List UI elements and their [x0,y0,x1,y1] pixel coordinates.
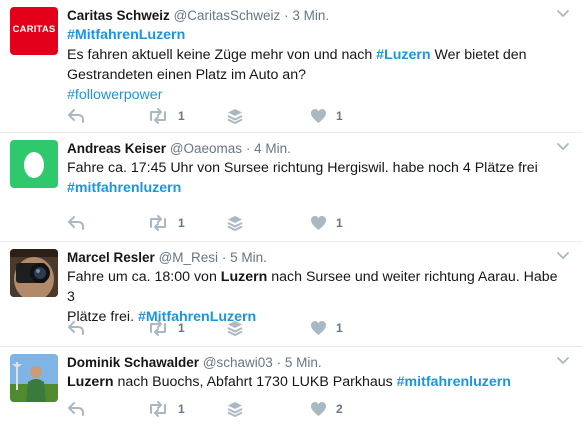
layers-icon [227,402,243,417]
heart-icon [311,321,326,335]
retweet-count: 1 [178,216,185,230]
layers-icon [227,216,243,231]
timestamp[interactable]: 5 Min. [230,250,267,265]
avatar[interactable] [10,249,58,297]
heart-icon [311,109,326,123]
reply-button[interactable] [67,318,85,338]
heart-icon [311,216,326,230]
separator: · [221,250,227,265]
text-segment: nach Buochs, Abfahrt 1730 LUKB Parkhaus [113,374,397,390]
display-name[interactable]: Marcel Resler [67,250,155,265]
like-count: 1 [336,216,343,230]
timestamp[interactable]: 3 Min. [292,8,329,23]
tweet[interactable]: Dominik Schawalder @schawi03 · 5 Min. Lu… [0,347,582,430]
reply-button[interactable] [67,399,85,419]
egg-avatar-icon [24,152,44,178]
bold-keyword: Luzern [220,269,268,285]
retweet-button[interactable] [147,106,169,126]
like-count: 2 [336,402,343,416]
chevron-down-icon[interactable] [556,356,570,366]
tweet-text: Luzern nach Buochs, Abfahrt 1730 LUKB Pa… [67,372,567,392]
layers-icon [227,321,243,336]
user-handle[interactable]: @schawi03 [203,355,273,370]
like-button[interactable] [310,213,327,233]
separator: · [284,8,289,23]
bold-keyword: Luzern [67,374,114,390]
reply-icon [68,109,84,123]
chevron-down-icon[interactable] [556,142,570,152]
tweet-feed: CARITAS Caritas Schweiz @CaritasSchweiz … [0,0,582,430]
tweet-header: Caritas Schweiz @CaritasSchweiz · 3 Min. [67,7,329,25]
hashtag-link[interactable]: #followerpower [67,87,162,103]
like-button[interactable] [310,399,327,419]
retweet-count: 1 [178,109,185,123]
tweet-text: Fahre ca. 17:45 Uhr von Sursee richtung … [67,158,567,198]
tweet-header: Marcel Resler @M_Resi · 5 Min. [67,249,267,267]
separator: · [245,141,251,156]
retweet-icon [150,108,166,124]
reply-icon [68,321,84,335]
hashtag-link[interactable]: #mitfahrenluzern [67,180,181,196]
chevron-down-icon[interactable] [556,9,570,19]
display-name[interactable]: Dominik Schawalder [67,355,199,370]
avatar[interactable] [10,140,58,188]
avatar[interactable]: CARITAS [10,7,58,55]
reply-icon [68,402,84,416]
like-count: 1 [336,109,343,123]
hashtag-link[interactable]: #Luzern [376,47,430,63]
heart-icon [311,402,326,416]
stack-button[interactable] [227,318,243,338]
reply-button[interactable] [67,213,85,233]
user-handle[interactable]: @Oaeomas [170,141,242,156]
chevron-down-icon[interactable] [556,251,570,261]
stack-button[interactable] [227,106,243,126]
like-button[interactable] [310,318,327,338]
timestamp[interactable]: 5 Min. [285,355,322,370]
user-handle[interactable]: @M_Resi [159,250,218,265]
stack-button[interactable] [227,213,243,233]
retweet-count: 1 [178,321,185,335]
outdoor-avatar-image [10,354,58,402]
layers-icon [227,109,243,124]
reply-icon [68,216,84,230]
like-count: 1 [336,321,343,335]
text-segment: Fahre ca. 17:45 Uhr von Sursee richtung … [67,160,538,176]
reply-button[interactable] [67,106,85,126]
avatar[interactable] [10,354,58,402]
display-name[interactable]: Caritas Schweiz [67,8,170,23]
display-name[interactable]: Andreas Keiser [67,141,166,156]
user-handle[interactable]: @CaritasSchweiz [174,8,281,23]
tweet-header: Dominik Schawalder @schawi03 · 5 Min. [67,354,322,372]
stack-button[interactable] [227,399,243,419]
retweet-icon [150,401,166,417]
retweet-button[interactable] [147,399,169,419]
like-button[interactable] [310,106,327,126]
text-segment: Wer bietet den [430,47,527,63]
hashtag-link[interactable]: #mitfahrenluzern [397,374,511,390]
photographer-avatar-image [10,249,58,297]
tweet[interactable]: Marcel Resler @M_Resi · 5 Min. Fahre um … [0,242,582,347]
text-segment: Fahre um ca. 18:00 von [67,269,221,285]
hashtag-link[interactable]: #MitfahrenLuzern [67,27,185,43]
tweet-text: #MitfahrenLuzern Es fahren aktuell keine… [67,25,567,105]
text-segment: Es fahren aktuell keine Züge mehr von un… [67,47,377,63]
text-segment: Gestrandeten einen Platz im Auto an? [67,67,306,83]
retweet-icon [150,320,166,336]
timestamp[interactable]: 4 Min. [254,141,291,156]
separator: · [276,355,282,370]
caritas-logo-text: CARITAS [12,24,56,35]
tweet-header: Andreas Keiser @Oaeomas · 4 Min. [67,140,291,158]
retweet-button[interactable] [147,318,169,338]
retweet-button[interactable] [147,213,169,233]
tweet[interactable]: CARITAS Caritas Schweiz @CaritasSchweiz … [0,0,582,133]
retweet-count: 1 [178,402,185,416]
tweet[interactable]: Andreas Keiser @Oaeomas · 4 Min. Fahre c… [0,133,582,242]
retweet-icon [150,215,166,231]
